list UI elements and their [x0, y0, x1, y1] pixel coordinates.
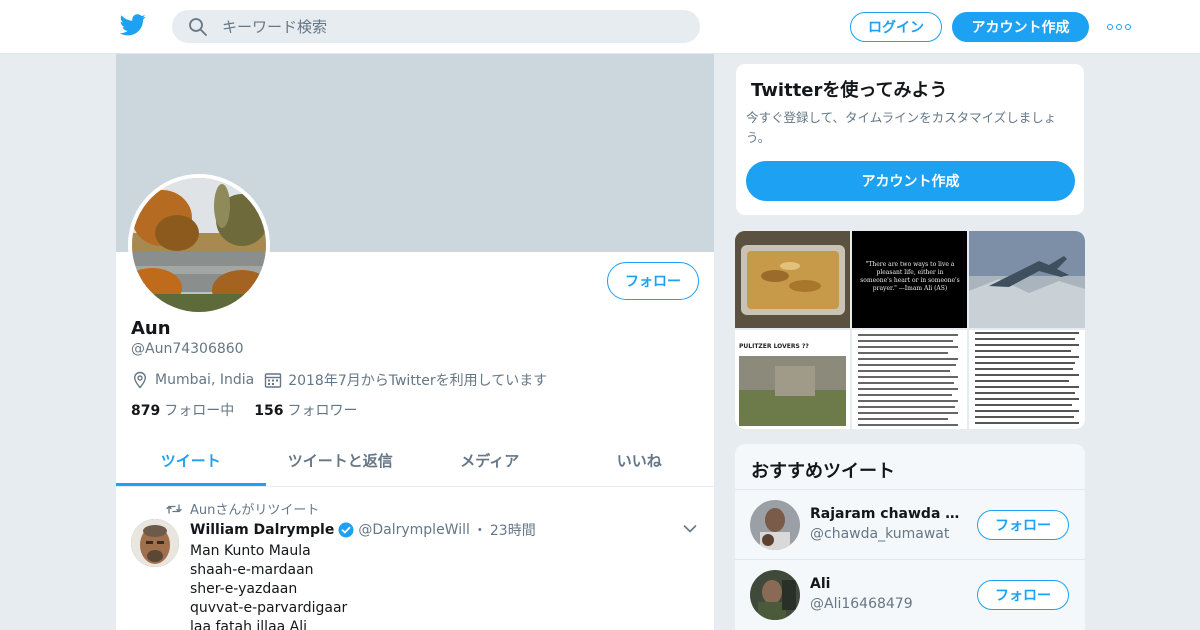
media-thumbnail-document-1[interactable] — [852, 330, 967, 429]
tab-tweets-and-replies[interactable]: ツイートと返信 — [266, 438, 416, 486]
recommended-handle[interactable]: @chawda_kumawat — [810, 526, 949, 542]
recommended-name[interactable]: Ali — [810, 576, 960, 592]
quote-image-text: "There are two ways to live a pleasant l… — [860, 261, 960, 292]
profile-column: フォロー Aun @Aun74306860 Mumbai, India 2018… — [116, 54, 714, 630]
media-thumbnail-jet[interactable] — [969, 231, 1085, 328]
more-options-icon[interactable] — [1107, 22, 1131, 32]
tweet-line: shaah-e-mardaan — [190, 562, 314, 578]
recommended-handle[interactable]: @Ali16468479 — [810, 596, 913, 612]
tweet-author-name[interactable]: William Dalrymple — [190, 522, 334, 538]
followers-count: 156 — [254, 403, 284, 419]
profile-meta: Mumbai, India 2018年7月からTwitterを利用しています — [131, 370, 557, 390]
profile-handle[interactable]: @Aun74306860 — [131, 341, 244, 357]
signup-card-button[interactable]: アカウント作成 — [746, 161, 1075, 201]
top-nav-bar: ログイン アカウント作成 — [0, 0, 1200, 54]
signup-button[interactable]: アカウント作成 — [952, 12, 1089, 42]
profile-stats: 879 フォロー中 156 フォロワー — [131, 400, 357, 420]
media-thumbnail-pulitzer[interactable]: PULITZER LOVERS ?? — [735, 330, 850, 429]
signup-card-title: Twitterを使ってみよう — [751, 80, 948, 101]
recommended-avatar[interactable] — [750, 570, 800, 620]
retweet-context: Aunさんがリツイート — [166, 499, 319, 518]
author-photo-image — [131, 519, 179, 567]
tweet-text: Man Kunto Maula shaah-e-mardaan sher-e-y… — [190, 542, 347, 630]
profile-tabs: ツイート ツイートと返信 メディア いいね — [116, 438, 714, 487]
profile-avatar[interactable] — [128, 174, 270, 316]
search-box[interactable] — [172, 10, 700, 43]
search-icon — [189, 17, 207, 36]
verified-badge-icon — [338, 522, 354, 538]
chevron-down-icon[interactable] — [683, 524, 697, 534]
tab-tweets[interactable]: ツイート — [116, 438, 266, 486]
tab-likes[interactable]: いいね — [565, 438, 715, 486]
recommended-follow-button[interactable]: フォロー — [977, 510, 1069, 540]
signup-card: Twitterを使ってみよう 今すぐ登録して、タイムラインをカスタマイズしましょ… — [735, 63, 1085, 216]
login-button[interactable]: ログイン — [850, 12, 942, 42]
media-thumbnail-food[interactable] — [735, 231, 850, 328]
recommended-avatar[interactable] — [750, 500, 800, 550]
avatar-landscape-image — [132, 178, 266, 312]
tweet-author-handle[interactable]: @DalrympleWill — [358, 522, 470, 538]
tweet-item[interactable]: Aunさんがリツイート William Dalrymple @Dalrymple… — [116, 488, 714, 630]
calendar-icon — [265, 373, 282, 388]
followers-label: フォロワー — [287, 403, 358, 419]
recommended-title: おすすめツイート — [751, 461, 895, 482]
recommended-follow-button[interactable]: フォロー — [977, 580, 1069, 610]
followers-stat[interactable]: 156 フォロワー — [254, 400, 357, 420]
tweet-separator: ・ — [472, 523, 487, 539]
media-thumbnail-quote[interactable]: "There are two ways to live a pleasant l… — [852, 231, 967, 328]
following-label: フォロー中 — [164, 403, 235, 419]
location-pin-icon — [133, 371, 147, 389]
media-gallery: "There are two ways to live a pleasant l… — [735, 231, 1085, 429]
profile-name[interactable]: Aun — [131, 318, 171, 339]
tweet-line: quvvat-e-parvardigaar — [190, 600, 348, 616]
media-thumbnail-document-2[interactable] — [969, 330, 1085, 429]
joined-text: 2018年7月からTwitterを利用しています — [288, 373, 548, 389]
twitter-bird-icon[interactable] — [120, 14, 146, 36]
signup-card-description: 今すぐ登録して、タイムラインをカスタマイズしましょう。 — [746, 110, 1057, 145]
follow-button[interactable]: フォロー — [607, 262, 699, 300]
tab-media[interactable]: メディア — [415, 438, 565, 486]
profile-location: Mumbai, India — [131, 371, 254, 389]
tweet-author-avatar[interactable] — [131, 519, 179, 567]
recommended-account[interactable]: Ali @Ali16468479 フォロー — [735, 559, 1085, 629]
following-count: 879 — [131, 403, 161, 419]
tweet-line: Man Kunto Maula — [190, 543, 311, 559]
location-text: Mumbai, India — [155, 372, 255, 388]
retweet-note: Aunさんがリツイート — [190, 503, 320, 518]
profile-joined: 2018年7月からTwitterを利用しています — [264, 370, 547, 390]
recommended-account[interactable]: Rajaram chawda Ku... @chawda_kumawat フォロ… — [735, 489, 1085, 559]
recommended-name[interactable]: Rajaram chawda Ku... — [810, 506, 960, 522]
recommended-accounts-card: おすすめツイート Rajaram chawda Ku... @chawda_ku… — [735, 444, 1085, 630]
retweet-icon — [166, 503, 182, 514]
tweet-time[interactable]: 23時間 — [490, 520, 536, 540]
tweet-header: William Dalrymple @DalrympleWill ・ 23時間 — [190, 520, 536, 540]
tweet-line: sher-e-yazdaan — [190, 581, 298, 597]
tweet-line: laa fatah illaa Ali — [190, 619, 308, 630]
search-input[interactable] — [222, 17, 662, 36]
following-stat[interactable]: 879 フォロー中 — [131, 400, 234, 420]
